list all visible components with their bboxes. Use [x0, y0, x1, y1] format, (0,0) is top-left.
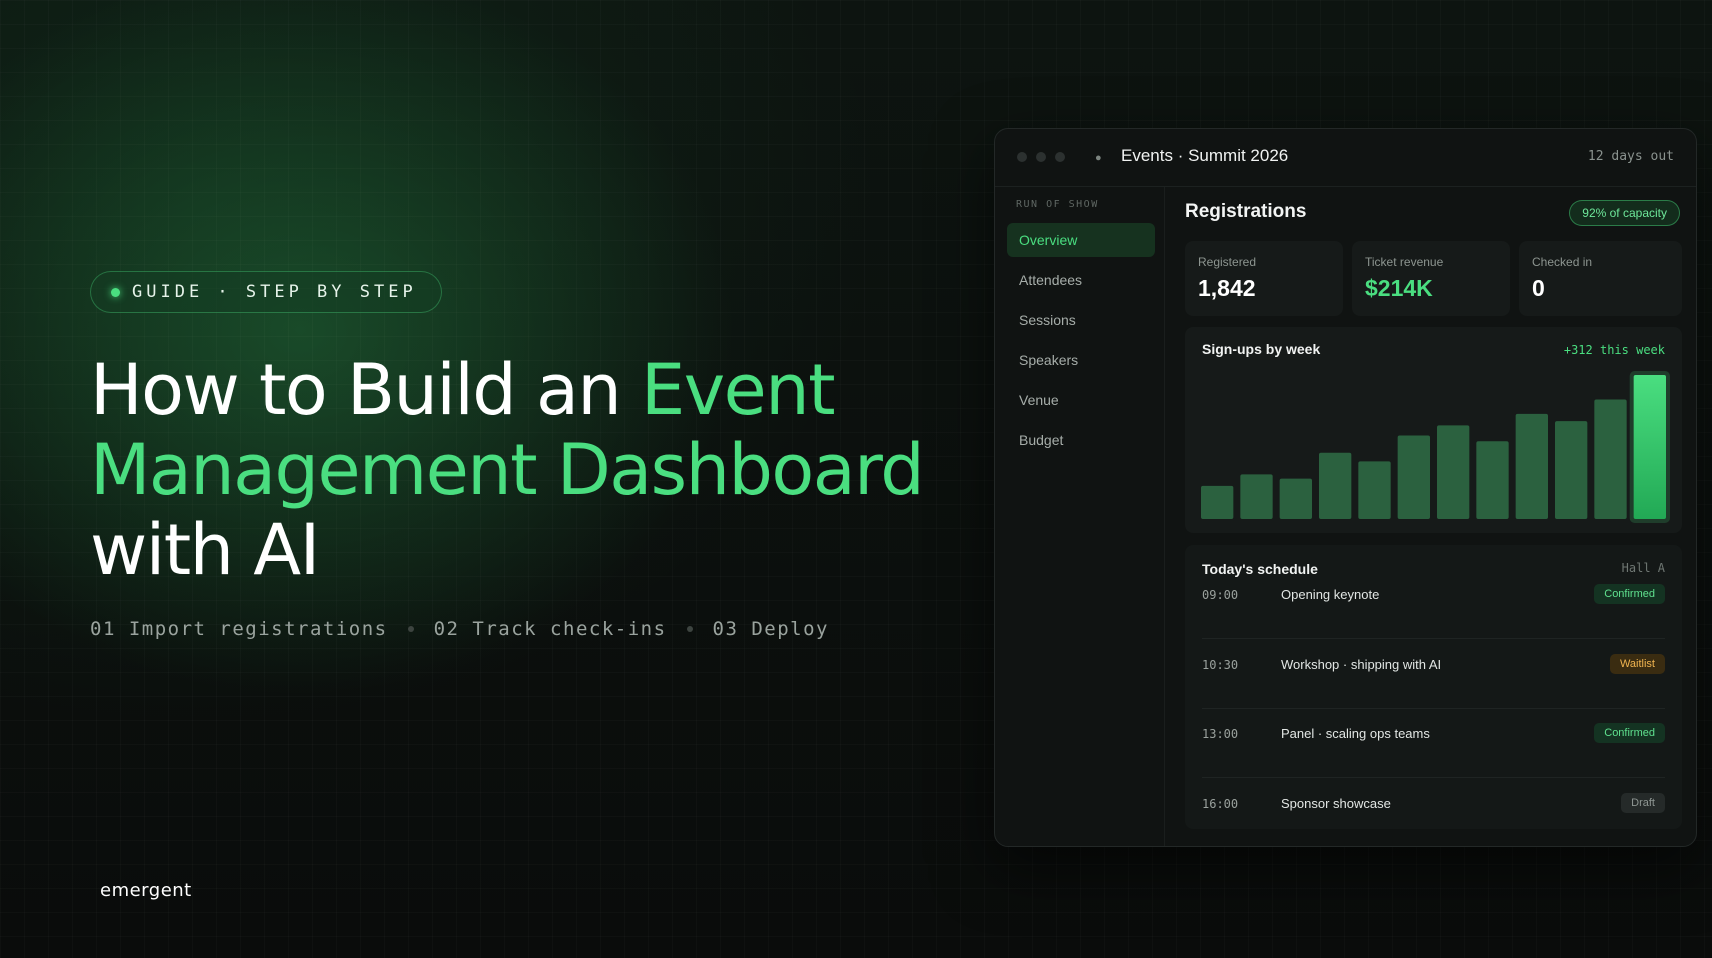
schedule-time: 10:30	[1202, 658, 1239, 672]
schedule-row[interactable]: 16:00 Sponsor showcase Draft	[1202, 780, 1665, 824]
sidebar-item-label: Speakers	[1019, 352, 1079, 368]
schedule-session: Opening keynote	[1281, 587, 1380, 602]
sidebar-item-attendees[interactable]: Attendees	[1007, 263, 1155, 297]
kpi-checked-in: Checked in 0	[1519, 241, 1682, 316]
status-badge: Confirmed	[1594, 723, 1665, 743]
kpi-ticket-revenue: Ticket revenue $214K	[1352, 241, 1510, 316]
kpi-value: $214K	[1365, 275, 1433, 301]
brand-logo: emergent	[100, 880, 192, 901]
chart-title: Sign-ups by week	[1202, 341, 1321, 357]
kpi-label: Ticket revenue	[1365, 255, 1444, 269]
sidebar-section-title: RUN OF SHOW	[1016, 199, 1099, 210]
sidebar-item-label: Overview	[1019, 232, 1078, 248]
schedule-time: 16:00	[1202, 797, 1239, 811]
step-2: 02 Track check-ins	[433, 618, 667, 640]
sidebar-item-venue[interactable]: Venue	[1007, 383, 1155, 417]
chart-bar	[1240, 474, 1273, 519]
window-titlebar: ● Events · Summit 2026 12 days out	[995, 129, 1696, 187]
maximize-window-icon[interactable]	[1055, 152, 1065, 162]
kpi-registered: Registered 1,842	[1185, 241, 1343, 316]
status-badge: Confirmed	[1594, 584, 1665, 604]
sidebar-item-label: Sessions	[1019, 312, 1076, 328]
row-divider	[1202, 708, 1665, 709]
dashboard-window: ● Events · Summit 2026 12 days out RUN O…	[994, 128, 1697, 847]
step-1: 01 Import registrations	[90, 618, 388, 640]
schedule-card: Today's schedule Hall A 09:00 Opening ke…	[1185, 545, 1682, 829]
chart-bar	[1515, 413, 1548, 519]
chart-bar	[1279, 478, 1312, 519]
schedule-time: 13:00	[1202, 727, 1239, 741]
sidebar: RUN OF SHOW Overview Attendees Sessions …	[995, 187, 1165, 846]
chart-annotation: +312 this week	[1563, 343, 1665, 357]
guide-pill-label: GUIDE · STEP BY STEP	[132, 282, 417, 302]
kpi-value: 1,842	[1198, 275, 1256, 301]
schedule-row[interactable]: 10:30 Workshop · shipping with AI Waitli…	[1202, 641, 1665, 709]
chart-bar	[1201, 485, 1234, 519]
sidebar-item-sessions[interactable]: Sessions	[1007, 303, 1155, 337]
chart-bar	[1319, 452, 1352, 519]
schedule-row[interactable]: 09:00 Opening keynote Confirmed	[1202, 571, 1665, 639]
schedule-row[interactable]: 13:00 Panel · scaling ops teams Confirme…	[1202, 710, 1665, 778]
chart-bar	[1555, 421, 1588, 519]
schedule-session: Sponsor showcase	[1281, 796, 1391, 811]
sidebar-item-speakers[interactable]: Speakers	[1007, 343, 1155, 377]
page-title: How to Build an Event Management Dashboa…	[90, 350, 990, 590]
signups-bar-chart	[1201, 371, 1670, 523]
close-window-icon[interactable]	[1017, 152, 1027, 162]
sidebar-item-label: Attendees	[1019, 272, 1083, 288]
status-badge: Waitlist	[1609, 654, 1665, 674]
chart-bar	[1476, 441, 1509, 519]
sidebar-item-label: Venue	[1019, 392, 1059, 408]
sidebar-item-label: Budget	[1019, 432, 1064, 448]
guide-pill: GUIDE · STEP BY STEP	[90, 271, 442, 313]
minimize-window-icon[interactable]	[1036, 152, 1046, 162]
capacity-badge: 92% of capacity	[1569, 200, 1680, 226]
kpi-label: Registered	[1198, 255, 1257, 269]
kpi-label: Checked in	[1532, 255, 1593, 269]
schedule-session: Workshop · shipping with AI	[1281, 657, 1442, 672]
title-part-2: with AI	[90, 509, 320, 591]
steps-list: 01 Import registrations 02 Track check-i…	[90, 618, 829, 640]
step-separator	[407, 626, 414, 632]
chart-bar	[1397, 435, 1430, 519]
kpi-value: 0	[1532, 275, 1545, 301]
title-part-1: How to Build an	[90, 349, 641, 431]
schedule-session: Panel · scaling ops teams	[1281, 726, 1430, 741]
chart-bar	[1594, 399, 1627, 519]
chart-bar	[1633, 375, 1666, 519]
step-separator	[686, 626, 693, 632]
step-3: 03 Deploy	[712, 618, 829, 640]
window-title: Events · Summit 2026	[1121, 146, 1289, 165]
status-dot-icon	[111, 287, 120, 297]
event-countdown: 12 days out	[1587, 149, 1674, 164]
chart-bar	[1358, 461, 1391, 519]
row-divider	[1202, 638, 1665, 639]
schedule-time: 09:00	[1202, 588, 1239, 602]
registrations-title: Registrations	[1185, 201, 1307, 222]
signups-chart-card: Sign-ups by week +312 this week	[1185, 327, 1682, 533]
sidebar-item-overview[interactable]: Overview	[1007, 223, 1155, 257]
sidebar-item-budget[interactable]: Budget	[1007, 423, 1155, 457]
main-content: Registrations 92% of capacity Registered…	[1185, 187, 1682, 846]
status-badge: Draft	[1621, 793, 1665, 813]
chart-bar	[1437, 425, 1470, 519]
window-controls	[1017, 152, 1065, 162]
row-divider	[1202, 777, 1665, 778]
bulb-icon: ●	[1095, 152, 1102, 164]
